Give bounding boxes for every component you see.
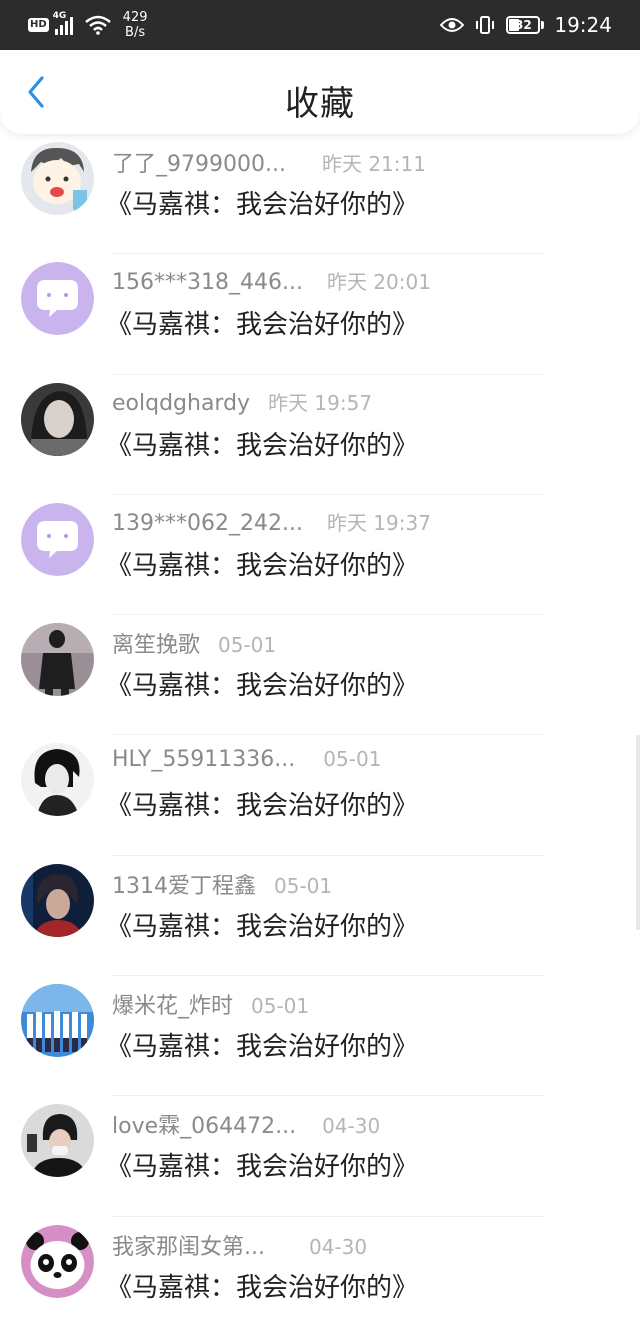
timestamp: 05-01 — [251, 994, 310, 1019]
avatar[interactable] — [21, 863, 94, 937]
scrollbar[interactable] — [636, 735, 640, 930]
username[interactable]: 爆米花_炸时 — [112, 988, 233, 1020]
wifi-icon — [84, 15, 111, 35]
eye-comfort-icon — [440, 17, 465, 33]
battery-icon: 32 — [506, 16, 541, 34]
username[interactable]: love霖_064472... — [112, 1108, 296, 1140]
list-item[interactable]: eolqdghardy 昨天 19:57 《马嘉祺：我会治好你的》 — [0, 375, 640, 495]
timestamp: 05-01 — [323, 747, 382, 772]
timestamp: 05-01 — [274, 873, 333, 898]
username[interactable]: HLY_55911336... — [112, 747, 295, 772]
vibrate-icon — [474, 15, 496, 35]
avatar[interactable] — [21, 1104, 94, 1178]
list-item[interactable]: 156***318_446... 昨天 20:01 《马嘉祺：我会治好你的》 — [0, 254, 640, 375]
item-title[interactable]: 《马嘉祺：我会治好你的》 — [106, 785, 418, 822]
item-title[interactable]: 《马嘉祺：我会治好你的》 — [106, 184, 418, 221]
list-item[interactable]: 爆米花_炸时 05-01 《马嘉祺：我会治好你的》 — [0, 976, 640, 1097]
network-speed: 429 B/s — [123, 10, 148, 40]
cellular-signal-icon: 4G — [53, 11, 73, 35]
list-item[interactable]: 了了_9799000... 昨天 21:11 《马嘉祺：我会治好你的》 — [0, 134, 640, 255]
username[interactable]: 我家那闺女第... — [112, 1229, 265, 1261]
timestamp: 04-30 — [322, 1114, 381, 1139]
favorites-list: 了了_9799000... 昨天 21:11 《马嘉祺：我会治好你的》 156*… — [0, 134, 640, 1330]
avatar[interactable] — [21, 502, 94, 576]
list-item[interactable]: HLY_55911336... 05-01 《马嘉祺：我会治好你的》 — [0, 735, 640, 856]
status-bar-left: HD 4G 429 B/s — [28, 0, 148, 50]
status-time: 19:24 — [554, 13, 612, 37]
list-item[interactable]: 139***062_242... 昨天 19:37 《马嘉祺：我会治好你的》 — [0, 495, 640, 616]
status-bar-right: 32 19:24 — [440, 0, 612, 50]
header: 收藏 — [0, 50, 640, 134]
timestamp: 昨天 21:11 — [321, 152, 426, 176]
status-bar: HD 4G 429 B/s 32 19:24 — [0, 0, 640, 50]
hd-icon: HD — [28, 18, 49, 32]
item-title[interactable]: 《马嘉祺：我会治好你的》 — [106, 906, 418, 943]
avatar[interactable] — [21, 142, 94, 215]
timestamp: 昨天 19:37 — [326, 510, 431, 535]
list-item[interactable]: love霖_064472... 04-30 《马嘉祺：我会治好你的》 — [0, 1096, 640, 1217]
list-item[interactable]: 1314爱丁程鑫 05-01 《马嘉祺：我会治好你的》 — [0, 856, 640, 977]
item-title[interactable]: 《马嘉祺：我会治好你的》 — [106, 665, 418, 702]
network-speed-unit: B/s — [125, 25, 146, 40]
list-item[interactable]: 我家那闺女第... 04-30 《马嘉祺：我会治好你的》 — [0, 1217, 640, 1330]
timestamp: 昨天 19:57 — [268, 390, 373, 415]
avatar[interactable] — [21, 623, 94, 697]
username[interactable]: 离笙挽歌 — [112, 627, 200, 659]
network-speed-value: 429 — [122, 10, 148, 25]
avatar[interactable] — [21, 262, 94, 336]
list-item[interactable]: 离笙挽歌 05-01 《马嘉祺：我会治好你的》 — [0, 615, 640, 736]
username[interactable]: eolqdghardy — [112, 391, 250, 416]
avatar[interactable] — [21, 1224, 94, 1298]
item-title[interactable]: 《马嘉祺：我会治好你的》 — [106, 1146, 418, 1183]
item-title[interactable]: 《马嘉祺：我会治好你的》 — [106, 1026, 418, 1063]
username[interactable]: 139***062_242... — [112, 511, 303, 536]
avatar[interactable] — [21, 743, 94, 817]
signal-type-label: 4G — [52, 11, 67, 21]
battery-level: 32 — [515, 18, 532, 32]
timestamp: 04-30 — [308, 1234, 368, 1259]
username[interactable]: 156***318_446... — [112, 270, 303, 295]
item-title[interactable]: 《马嘉祺：我会治好你的》 — [106, 425, 418, 462]
item-title[interactable]: 《马嘉祺：我会治好你的》 — [106, 545, 418, 582]
avatar[interactable] — [21, 984, 94, 1058]
username[interactable]: 了了_9799000... — [112, 146, 286, 178]
timestamp: 昨天 20:01 — [326, 270, 431, 295]
timestamp: 05-01 — [218, 633, 277, 658]
page-title: 收藏 — [285, 84, 355, 124]
avatar[interactable] — [21, 382, 94, 456]
item-title[interactable]: 《马嘉祺：我会治好你的》 — [106, 1267, 418, 1304]
username[interactable]: 1314爱丁程鑫 — [112, 868, 256, 900]
item-title[interactable]: 《马嘉祺：我会治好你的》 — [106, 304, 418, 341]
